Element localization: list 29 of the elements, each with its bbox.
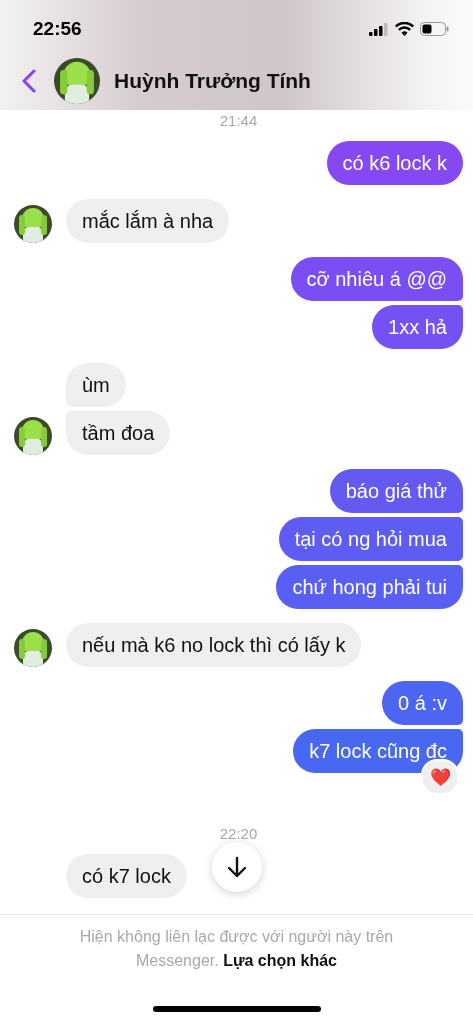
message-bubble: cỡ nhiêu á @@ <box>290 257 463 301</box>
avatar[interactable] <box>54 58 100 104</box>
message-bubble: báo giá thử <box>329 469 463 513</box>
message-bubble: 1xx hả <box>372 305 463 349</box>
arrow-down-icon <box>227 856 247 878</box>
wifi-icon <box>395 22 414 36</box>
back-button[interactable] <box>22 69 36 93</box>
back-icon <box>22 69 36 93</box>
message-bubble: có k7 lock <box>66 854 187 898</box>
other-options-link[interactable]: Lựa chọn khác <box>223 952 337 969</box>
avatar <box>14 629 52 667</box>
unavailable-notice: Hiện không liên lạc được với người này trên Messenger. Lựa chọn khác <box>78 927 395 971</box>
scroll-down-button[interactable] <box>212 842 262 892</box>
timestamp: 21:44 <box>219 112 258 129</box>
status-time: 22:56 <box>33 18 82 40</box>
message-bubble: có k6 lock k <box>326 141 463 185</box>
signal-icon <box>369 22 389 36</box>
avatar <box>14 417 52 455</box>
battery-icon <box>420 22 449 36</box>
avatar <box>14 205 52 243</box>
message-bubble: mắc lắm à nha <box>66 199 230 243</box>
message-bubble: tầm đoa <box>66 411 171 455</box>
message-bubble: 0 á :v <box>382 681 463 725</box>
message-bubble: tại có ng hỏi mua <box>278 517 463 561</box>
contact-name[interactable]: Huỳnh Trưởng Tính <box>114 69 311 93</box>
message-bubble: ùm <box>66 363 126 407</box>
timestamp: 22:20 <box>219 825 258 842</box>
message-bubble: chứ hong phải tui <box>276 565 463 609</box>
message-bubble: nếu mà k6 no lock thì có lấy k <box>66 623 362 667</box>
